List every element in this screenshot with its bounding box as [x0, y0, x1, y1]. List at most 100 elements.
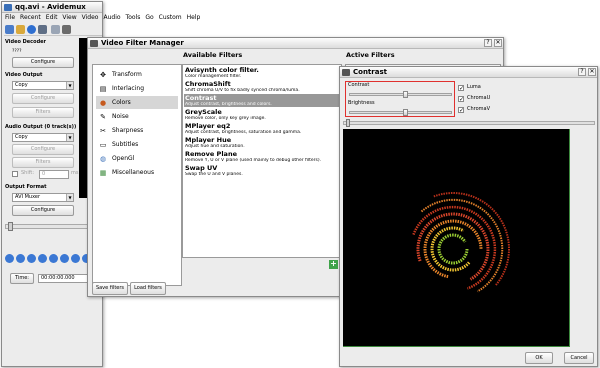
shift-checkbox[interactable] [12, 171, 18, 177]
video-output-configure-button[interactable]: Configure [12, 93, 74, 104]
save-filters-button[interactable]: Save filters [92, 282, 128, 295]
previous-keyframe-icon[interactable] [71, 254, 80, 263]
filter-manager-title-bar[interactable]: Video Filter Manager ? ✕ [88, 38, 503, 49]
menu-video[interactable]: Video [82, 14, 99, 21]
cancel-button[interactable]: Cancel [564, 352, 594, 364]
close-icon[interactable]: ✕ [588, 68, 596, 76]
category-label: OpenGl [112, 155, 135, 162]
chevron-down-icon: ▼ [66, 134, 73, 141]
menu-view[interactable]: View [62, 14, 76, 21]
contrast-title-bar[interactable]: Contrast ? ✕ [340, 67, 597, 78]
chromau-checkbox[interactable]: ✓ [458, 96, 464, 103]
open-icon[interactable] [5, 25, 14, 34]
frame-scrubber-handle[interactable] [346, 119, 350, 127]
filter-desc: Adjust hue and saturation. [185, 144, 245, 149]
close-icon[interactable]: ✕ [494, 39, 502, 47]
menu-help[interactable]: Help [187, 14, 201, 21]
filter-name: MPlayer eq2 [185, 122, 231, 130]
seek-handle[interactable] [8, 222, 13, 231]
chromav-label: ChromaV [467, 106, 491, 112]
ok-button[interactable]: OK [525, 352, 553, 364]
filter-greyscale[interactable]: GreyScale Remove color, only key grey im… [184, 108, 339, 121]
category-interlacing[interactable]: ▤ Interlacing [96, 82, 178, 95]
filter-name: Remove Plane [185, 150, 237, 158]
audio-output-heading: Audio Output (0 track(s)) [5, 124, 77, 130]
open-folder-icon[interactable] [16, 25, 25, 34]
spiral-ring [420, 198, 504, 293]
filter-avisynth[interactable]: Avisynth color filter. Color management … [184, 66, 339, 79]
play-icon[interactable] [5, 254, 14, 263]
chromav-checkbox[interactable]: ✓ [458, 107, 464, 114]
filter-contrast[interactable]: Contrast Adjust contrast, brightness and… [184, 94, 339, 107]
load-filters-button[interactable]: Load filters [130, 282, 166, 295]
marker-a-icon[interactable] [49, 254, 58, 263]
audio-output-select[interactable]: Copy ▼ [12, 133, 74, 142]
stop-icon[interactable] [16, 254, 25, 263]
calculator-icon[interactable] [51, 25, 60, 34]
app-icon [4, 4, 12, 11]
menu-custom[interactable]: Custom [159, 14, 182, 21]
help-icon[interactable]: ? [484, 39, 492, 47]
chevron-down-icon: ▼ [66, 194, 73, 201]
category-transform[interactable]: ✥ Transform [96, 68, 178, 81]
video-output-filters-button[interactable]: Filters [12, 107, 74, 118]
audio-output-configure-button[interactable]: Configure [12, 144, 74, 155]
menu-file[interactable]: File [5, 14, 15, 21]
help-icon[interactable]: ? [578, 68, 586, 76]
category-label: Miscellaneous [112, 169, 155, 176]
filter-chromashift[interactable]: ChromaShift Shift chroma U/V to fix badl… [184, 80, 339, 93]
output-format-select[interactable]: AVI Muxer ▼ [12, 193, 74, 202]
output-format-selected: AVI Muxer [15, 194, 41, 200]
category-colors[interactable]: ● Colors [96, 96, 178, 109]
video-output-select[interactable]: Copy ▼ [12, 81, 74, 90]
menu-go[interactable]: Go [145, 14, 153, 21]
interlacing-icon: ▤ [99, 85, 107, 93]
luma-checkbox[interactable]: ✓ [458, 85, 464, 92]
main-toolbar [4, 23, 102, 36]
category-miscellaneous[interactable]: ▦ Miscellaneous [96, 166, 178, 179]
audio-output-filters-button[interactable]: Filters [12, 157, 74, 168]
time-button[interactable]: Time: [10, 273, 34, 284]
menu-audio[interactable]: Audio [103, 14, 120, 21]
info-icon[interactable] [27, 25, 36, 34]
category-sharpness[interactable]: ✂ Sharpness [96, 124, 178, 137]
frame-scrubber[interactable] [343, 119, 595, 127]
category-subtitles[interactable]: ▭ Subtitles [96, 138, 178, 151]
preview-image [412, 192, 510, 293]
shift-value-input[interactable]: 0 [39, 170, 69, 179]
save-icon[interactable] [38, 25, 47, 34]
category-noise[interactable]: ✎ Noise [96, 110, 178, 123]
video-output-heading: Video Output [5, 72, 43, 78]
filter-remove-plane[interactable]: Remove Plane Remove Y, U or V plane (use… [184, 150, 339, 163]
menu-recent[interactable]: Recent [20, 14, 41, 21]
output-format-configure-button[interactable]: Configure [12, 205, 74, 216]
menu-tools[interactable]: Tools [126, 14, 141, 21]
video-decoder-configure-button[interactable]: Configure [12, 57, 74, 68]
add-filter-icon[interactable]: + [329, 260, 338, 269]
previous-frame-icon[interactable] [27, 254, 36, 263]
video-decoder-heading: Video Decoder [5, 39, 47, 45]
brightness-slider[interactable] [349, 109, 452, 116]
luma-label: Luma [467, 84, 481, 90]
filter-mplayer-hue[interactable]: Mplayer Hue Adjust hue and saturation. [184, 136, 339, 149]
brightness-slider-handle[interactable] [403, 109, 408, 116]
category-opengl[interactable]: ◍ OpenGl [96, 152, 178, 165]
seek-bar[interactable] [5, 222, 100, 231]
available-filters-heading: Available Filters [183, 51, 243, 59]
preview-frame [343, 129, 570, 347]
next-frame-icon[interactable] [38, 254, 47, 263]
contrast-slider[interactable] [349, 91, 452, 98]
contrast-dialog: Contrast ? ✕ Contrast Brightness ✓ Luma … [339, 66, 598, 367]
menu-edit[interactable]: Edit [46, 14, 58, 21]
app-icon [90, 40, 98, 47]
main-title-bar[interactable]: qq.avi - Avidemux [2, 2, 102, 13]
contrast-label: Contrast [348, 82, 370, 88]
filter-mplayer-eq2[interactable]: MPlayer eq2 Adjust contrast, brightness,… [184, 122, 339, 135]
film-icon[interactable] [62, 25, 71, 34]
noise-icon: ✎ [100, 113, 106, 121]
contrast-slider-handle[interactable] [403, 91, 408, 98]
marker-b-icon[interactable] [60, 254, 69, 263]
filter-desc: Color management filter. [185, 74, 242, 79]
filter-swap-uv[interactable]: Swap UV Swap the U and V planes. [184, 164, 339, 177]
spiral-ring [437, 233, 469, 265]
